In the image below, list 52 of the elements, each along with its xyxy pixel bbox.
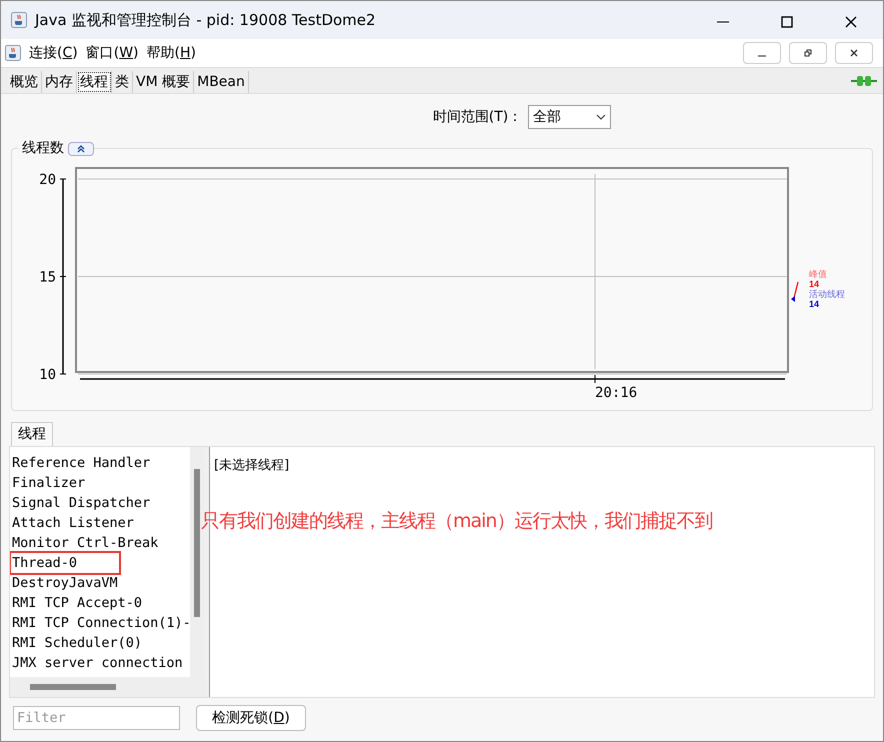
detail-text: [未选择线程] xyxy=(214,458,290,473)
thread-list-item[interactable]: Signal Dispatcher xyxy=(12,493,150,513)
double-chevron-up-icon xyxy=(77,144,85,152)
thread-list-item[interactable]: RMI TCP Connection(1)- xyxy=(12,613,190,633)
legend-label: 峰值 xyxy=(809,269,827,279)
thread-list-item[interactable]: Finalizer xyxy=(12,473,86,493)
annotation-text: 只有我们创建的线程，主线程（main）运行太快，我们捕捉不到 xyxy=(201,509,712,534)
cup-icon xyxy=(11,12,27,28)
close-icon xyxy=(850,49,858,57)
filter-field[interactable]: Filter xyxy=(13,706,180,730)
y-tick-label: 10 xyxy=(39,367,56,383)
thread-list-item[interactable]: Monitor Ctrl-Break xyxy=(12,533,158,553)
restore-icon xyxy=(804,49,812,57)
tab[interactable]: 线程 xyxy=(11,422,53,446)
tab[interactable]: 概览 xyxy=(7,71,42,93)
thread-list-item[interactable]: Attach Listener xyxy=(12,513,134,533)
minimize-icon xyxy=(758,55,766,57)
y-tick-label: 20 xyxy=(39,172,56,188)
y-tick-label: 15 xyxy=(39,270,56,286)
live-threads-marker xyxy=(791,296,795,302)
legend-label: 活动线程 xyxy=(809,289,845,299)
peak-marker xyxy=(793,282,799,298)
tab[interactable]: VM 概要 xyxy=(133,71,194,93)
window-title: Java 监视和管理控制台 - pid: 19008 TestDome2 xyxy=(35,10,376,31)
thread-list-item[interactable]: RMI Scheduler(0) xyxy=(12,633,142,653)
menu-item[interactable]: 连接(C) xyxy=(29,42,78,64)
maximize-icon[interactable] xyxy=(781,16,793,28)
minimize-button[interactable] xyxy=(743,42,781,64)
thread-list-item[interactable]: Thread-0 xyxy=(12,553,78,573)
scrollbar-thumb[interactable] xyxy=(194,469,200,617)
collapse-button[interactable] xyxy=(68,142,94,156)
legend-value: 14 xyxy=(809,279,820,289)
legend-value: 14 xyxy=(809,299,820,309)
thread-list-item[interactable]: DestroyJavaVM xyxy=(12,573,118,593)
restore-button[interactable] xyxy=(789,42,827,64)
close-icon[interactable] xyxy=(845,16,857,28)
chevron-down-icon xyxy=(596,114,606,120)
connection-plug-icon xyxy=(851,75,877,87)
minimize-icon[interactable] xyxy=(717,21,729,23)
menu-item[interactable]: 窗口(W) xyxy=(86,42,138,64)
close-button[interactable] xyxy=(835,42,873,64)
scrollbar-thumb[interactable] xyxy=(30,684,116,690)
time-range-label: 时间范围(T)： xyxy=(432,108,522,126)
thread-list-item[interactable]: Reference Handler xyxy=(12,453,150,473)
menu-item[interactable]: 帮助(H) xyxy=(146,42,196,64)
thread-list-item[interactable]: RMI TCP Accept-0 xyxy=(12,593,142,613)
detect-deadlock-button[interactable]: 检测死锁(D) xyxy=(196,705,306,731)
tab[interactable]: 线程 xyxy=(77,71,112,93)
cup-icon xyxy=(5,45,21,61)
time-range-dropdown[interactable]: 全部 xyxy=(528,105,612,129)
x-tick-label: 20:16 xyxy=(595,385,638,401)
thread-list-item[interactable]: JMX server connection xyxy=(12,653,183,673)
